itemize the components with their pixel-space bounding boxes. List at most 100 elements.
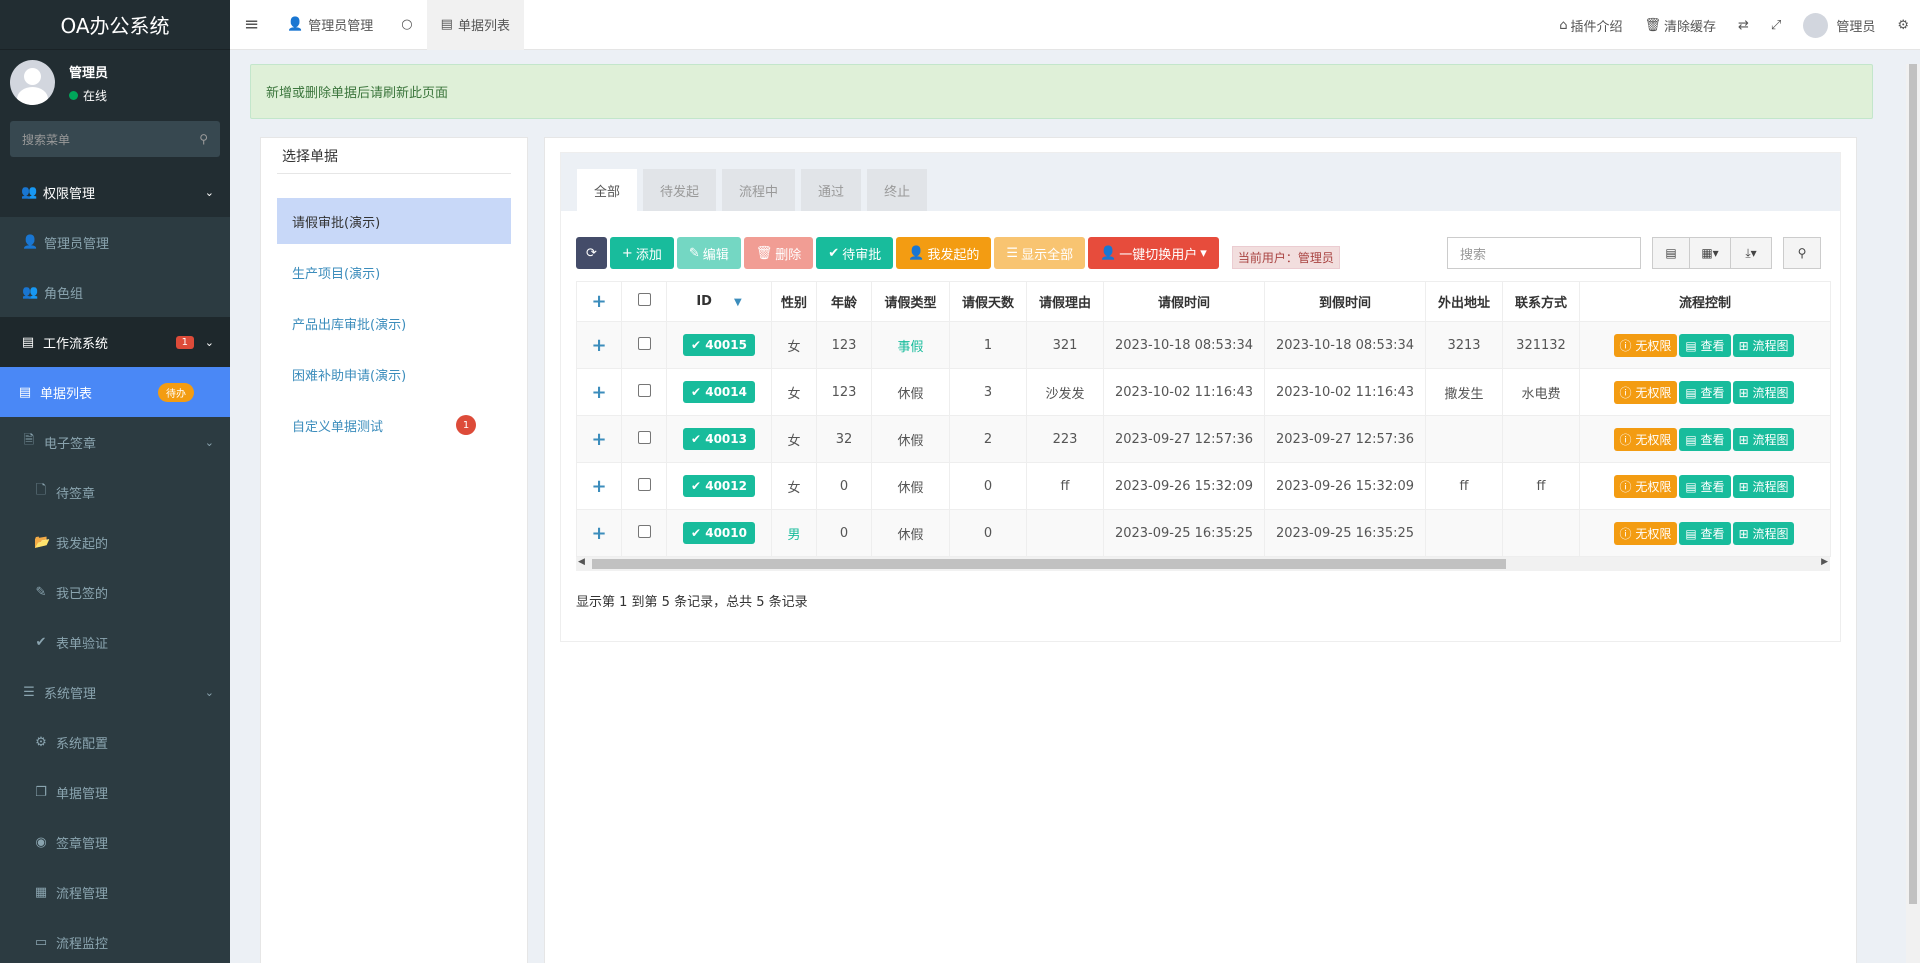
table-row[interactable]: + ✔ 40013 女 32 休假 2 223 2023-09-27 12:57:36 2023…: [576, 415, 1831, 463]
no-permission-button[interactable]: ⓘ 无权限: [1613, 380, 1678, 404]
doc-type-hardship[interactable]: 困难补助申请(演示): [277, 351, 511, 397]
chevron-down-icon: ⌄: [204, 185, 214, 199]
tab-approved[interactable]: 通过: [801, 169, 862, 211]
sidebar-item-form-validate[interactable]: ✔ 表单验证: [0, 617, 230, 667]
search-icon[interactable]: ⚲: [199, 132, 208, 146]
user-icon: 👤: [287, 17, 304, 32]
flowchart-button[interactable]: ⊞ 流程图: [1732, 521, 1795, 545]
edit-button[interactable]: ✎ 编辑: [676, 237, 741, 269]
view-button[interactable]: ▤ 查看: [1679, 427, 1731, 451]
expand-row-button[interactable]: +: [576, 368, 622, 416]
row-checkbox[interactable]: [621, 462, 667, 510]
delete-button[interactable]: 🗑 删除: [743, 237, 814, 269]
view-button[interactable]: ▤ 查看: [1679, 333, 1731, 357]
sidebar-item-system[interactable]: ☰ 系统管理 ⌄: [0, 667, 230, 717]
app-logo[interactable]: OA办公系统: [0, 0, 230, 50]
view-button[interactable]: ▤ 查看: [1679, 474, 1731, 498]
select-all-checkbox[interactable]: [621, 281, 667, 322]
flowchart-button[interactable]: ⊞ 流程图: [1732, 333, 1795, 357]
sidebar-item-my-initiated[interactable]: 📂 我发起的: [0, 517, 230, 567]
gear-icon: ⚙: [35, 734, 47, 750]
clear-cache-link[interactable]: 🗑 清除缓存: [1633, 0, 1727, 50]
no-permission-button[interactable]: ⓘ 无权限: [1613, 427, 1678, 451]
sidebar-item-system-config[interactable]: ⚙ 系统配置: [0, 717, 230, 767]
id-badge: ✔ 40012: [683, 475, 755, 497]
expand-row-button[interactable]: +: [576, 509, 622, 557]
vertical-scrollbar[interactable]: [1906, 64, 1920, 963]
sidebar-item-flow-manage[interactable]: ▦ 流程管理: [0, 867, 230, 917]
toggle-view-button[interactable]: ▤: [1652, 237, 1690, 269]
flowchart-button[interactable]: ⊞ 流程图: [1732, 474, 1795, 498]
tab-terminated[interactable]: 终止: [867, 169, 928, 211]
plugin-intro-link[interactable]: ⌂ 插件介绍: [1548, 0, 1633, 50]
doc-type-custom[interactable]: 自定义单据测试 1: [277, 402, 511, 448]
sidebar-item-e-signature[interactable]: 🗎 电子签章 ⌄: [0, 417, 230, 467]
sidebar-item-doc-list[interactable]: ▤ 单据列表 待办: [0, 367, 230, 417]
add-button[interactable]: + 添加: [609, 237, 674, 269]
my-initiated-button[interactable]: 👤 我发起的: [896, 237, 992, 269]
view-button[interactable]: ▤ 查看: [1679, 380, 1731, 404]
sidebar-item-admin-manage[interactable]: 👤 管理员管理: [0, 217, 230, 267]
export-button[interactable]: ⤓▾: [1730, 237, 1772, 269]
doc-type-leave[interactable]: 请假审批(演示): [277, 198, 511, 244]
flow-control-cell: ⓘ 无权限 ▤ 查看 ⊞ 流程图: [1579, 462, 1831, 510]
tab-all[interactable]: 全部: [577, 169, 638, 211]
row-checkbox[interactable]: [621, 321, 667, 369]
pending-button[interactable]: ✔ 待审批: [816, 237, 894, 269]
no-permission-button[interactable]: ⓘ 无权限: [1613, 474, 1678, 498]
user-name: 管理员: [69, 65, 109, 81]
row-checkbox[interactable]: [621, 368, 667, 416]
table-row[interactable]: + ✔ 40014 女 123 休假 3 沙发发 2023-10-02 11:16:43 202…: [576, 368, 1831, 416]
list-alt-icon: ▤: [1685, 432, 1701, 447]
horizontal-scrollbar[interactable]: ◀ ▶: [576, 557, 1830, 571]
sidebar-item-signed[interactable]: ✎ 我已签的: [0, 567, 230, 617]
expand-row-button[interactable]: +: [576, 415, 622, 463]
plus-icon: +: [621, 245, 633, 261]
tab-to-start[interactable]: 待发起: [643, 169, 717, 211]
flowchart-button[interactable]: ⊞ 流程图: [1732, 380, 1795, 404]
advanced-search-button[interactable]: ⚲: [1783, 237, 1821, 269]
settings-gears-icon[interactable]: ⚙: [1886, 0, 1920, 50]
list-icon: ☰: [1006, 245, 1019, 261]
table-row[interactable]: + ✔ 40010 男 0 休假 0 2023-09-25 16:35:25 2023-09-…: [576, 509, 1831, 557]
view-button[interactable]: ▤ 查看: [1679, 521, 1731, 545]
menu-toggle-icon[interactable]: ≡: [230, 0, 273, 50]
no-permission-button[interactable]: ⓘ 无权限: [1613, 521, 1678, 545]
check-circle-icon: ✔: [35, 634, 47, 650]
sidebar-item-doc-manage[interactable]: ❐ 单据管理: [0, 767, 230, 817]
doc-type-outbound[interactable]: 产品出库审批(演示): [277, 300, 511, 346]
tab-admin-manage[interactable]: 👤 管理员管理: [273, 0, 387, 50]
expand-row-button[interactable]: +: [576, 462, 622, 510]
show-all-button[interactable]: ☰ 显示全部: [994, 237, 1086, 269]
doc-type-production[interactable]: 生产项目(演示): [277, 249, 511, 295]
expand-col-header[interactable]: +: [576, 281, 622, 322]
sidebar-item-seal-manage[interactable]: ◉ 签章管理: [0, 817, 230, 867]
flowchart-button[interactable]: ⊞ 流程图: [1732, 427, 1795, 451]
col-id[interactable]: ID ▼: [666, 281, 772, 322]
sidebar-item-permissions[interactable]: 👥 权限管理 ⌄: [0, 167, 230, 217]
no-permission-button[interactable]: ⓘ 无权限: [1613, 333, 1678, 357]
sidebar-item-workflow[interactable]: ▤ 工作流系统 1 ⌄: [0, 317, 230, 367]
refresh-button[interactable]: ⟳: [576, 237, 607, 269]
sidebar-item-to-sign[interactable]: 🗋 待签章: [0, 467, 230, 517]
translate-icon[interactable]: ⇄: [1727, 0, 1760, 50]
address-cell: [1425, 509, 1503, 557]
row-checkbox[interactable]: [621, 415, 667, 463]
switch-user-button[interactable]: 👤 一键切换用户 ▾: [1088, 237, 1219, 269]
tab-in-process[interactable]: 流程中: [722, 169, 796, 211]
expand-row-button[interactable]: +: [576, 321, 622, 369]
user-menu[interactable]: 管理员: [1792, 0, 1886, 50]
menu-search-input[interactable]: 搜索菜单 ⚲: [10, 121, 220, 157]
table-search-input[interactable]: 搜索: [1447, 237, 1641, 269]
sidebar-item-flow-monitor[interactable]: ▭ 流程监控: [0, 917, 230, 963]
age-cell: 123: [816, 321, 872, 369]
fullscreen-icon[interactable]: ⤢: [1760, 0, 1792, 50]
refresh-circle-icon[interactable]: ○: [387, 0, 426, 50]
tab-doc-list[interactable]: ▤ 单据列表: [426, 0, 524, 50]
table-row[interactable]: + ✔ 40015 女 123 事假 1 321 2023-10-18 08:53:34 202…: [576, 321, 1831, 369]
sidebar-item-role-group[interactable]: 👥 角色组: [0, 267, 230, 317]
pagination-info: 显示第 1 到第 5 条记录，总共 5 条记录: [576, 595, 808, 610]
table-row[interactable]: + ✔ 40012 女 0 休假 0 ff 2023-09-26 15:32:09 2023-0…: [576, 462, 1831, 510]
columns-button[interactable]: ▦▾: [1689, 237, 1731, 269]
row-checkbox[interactable]: [621, 509, 667, 557]
